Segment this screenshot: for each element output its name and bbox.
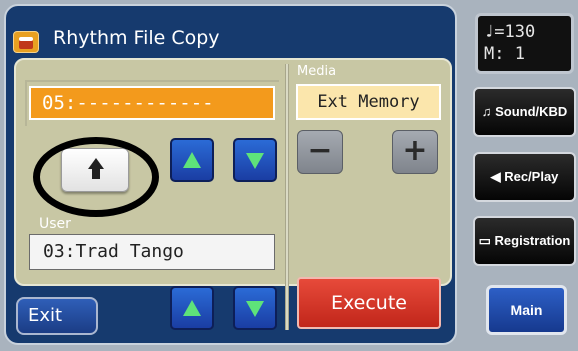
exit-button[interactable]: Exit <box>16 297 98 335</box>
registration-label: Registration <box>494 233 571 248</box>
rec-play-label: Rec/Play <box>504 169 559 184</box>
triangle-up-icon <box>183 300 201 316</box>
source-up-button[interactable] <box>170 138 214 182</box>
media-plus-button[interactable]: + <box>392 130 438 174</box>
media-display[interactable]: Ext Memory <box>296 84 441 120</box>
user-down-button[interactable] <box>233 286 277 330</box>
rhythm-drum-icon <box>13 31 39 53</box>
tempo-readout: ♩=130 <box>484 22 536 42</box>
sound-kbd-label: Sound/KBD <box>495 104 568 119</box>
triangle-down-icon <box>246 301 264 317</box>
media-minus-button[interactable]: − <box>297 130 343 174</box>
registration-button[interactable]: ▭ Registration <box>473 216 576 266</box>
user-label: User <box>39 216 71 232</box>
sound-kbd-button[interactable]: ♫ Sound/KBD <box>473 87 576 137</box>
music-note-icon: ♫ <box>481 104 496 119</box>
book-icon: ▭ <box>478 233 495 248</box>
highlight-ring <box>33 137 159 217</box>
user-file-display[interactable]: 03:Trad Tango <box>29 234 275 270</box>
speaker-icon: ◀ <box>490 169 505 184</box>
source-down-button[interactable] <box>233 138 277 182</box>
window-title: Rhythm File Copy <box>53 27 220 49</box>
status-display: ♩=130 M: 1 <box>475 13 574 74</box>
rec-play-button[interactable]: ◀ Rec/Play <box>473 152 576 202</box>
triangle-up-icon <box>183 152 201 168</box>
user-up-button[interactable] <box>170 286 214 330</box>
source-file-display[interactable]: 05:------------ <box>29 86 275 120</box>
execute-button[interactable]: Execute <box>297 277 441 329</box>
main-button[interactable]: Main <box>486 285 567 335</box>
media-label: Media <box>297 64 337 79</box>
measure-readout: M: 1 <box>484 44 525 64</box>
panel-divider <box>285 64 289 330</box>
triangle-down-icon <box>246 153 264 169</box>
